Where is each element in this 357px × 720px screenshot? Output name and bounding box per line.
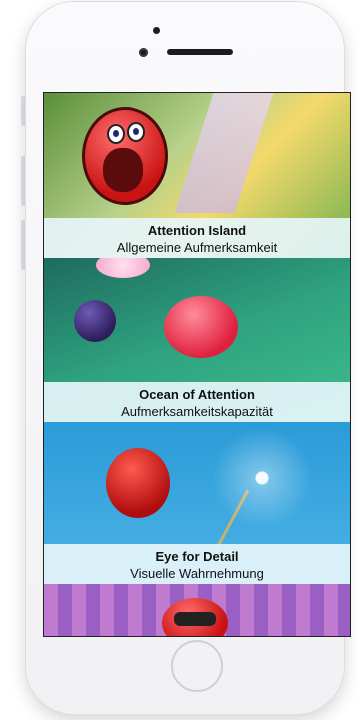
game-card-partial[interactable]: [44, 584, 350, 636]
game-card-eye-for-detail[interactable]: Eye for Detail Visuelle Wahrnehmung: [44, 422, 350, 584]
pink-blob-character-illustration: [164, 296, 238, 358]
red-character-illustration: [106, 448, 170, 518]
dandelion-illustration: [212, 428, 312, 528]
game-title: Attention Island: [147, 223, 247, 238]
game-title: Eye for Detail: [155, 549, 239, 564]
red-monster-illustration: [82, 107, 168, 205]
tree-illustration: [174, 93, 274, 213]
home-button-icon[interactable]: [171, 640, 223, 692]
game-label: Ocean of Attention Aufmerksamkeitskapazi…: [44, 382, 350, 422]
front-camera-icon: [139, 48, 148, 57]
game-title: Ocean of Attention: [139, 387, 255, 402]
game-card-ocean-of-attention[interactable]: Ocean of Attention Aufmerksamkeitskapazi…: [44, 258, 350, 422]
monster-eye-right: [127, 122, 145, 142]
bomb-character-illustration: [74, 300, 116, 342]
game-subtitle: Visuelle Wahrnehmung: [130, 566, 264, 581]
sunglasses-character-illustration: [162, 598, 228, 636]
game-label: Attention Island Allgemeine Aufmerksamke…: [44, 218, 350, 258]
heart-sunglasses: [174, 612, 216, 626]
water-lily-illustration: [96, 258, 150, 278]
game-subtitle: Allgemeine Aufmerksamkeit: [116, 240, 278, 255]
earpiece-speaker: [167, 49, 233, 55]
game-subtitle: Aufmerksamkeitskapazität: [121, 404, 273, 419]
app-screen: Attention Island Allgemeine Aufmerksamke…: [43, 92, 351, 637]
monster-eye-left: [107, 124, 125, 144]
game-card-attention-island[interactable]: Attention Island Allgemeine Aufmerksamke…: [44, 93, 350, 258]
camera-icon: [153, 27, 160, 34]
game-label: Eye for Detail Visuelle Wahrnehmung: [44, 544, 350, 584]
monster-mouth: [103, 148, 143, 192]
